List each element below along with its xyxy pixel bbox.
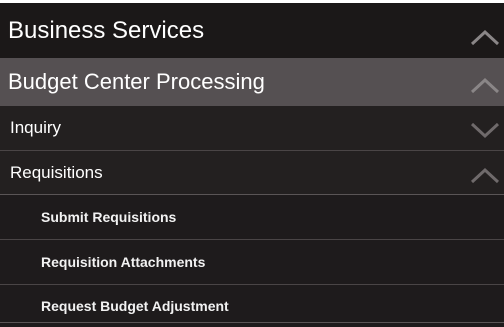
chevron-up-icon[interactable] xyxy=(470,165,500,185)
menu-section-budget-center-processing[interactable]: Budget Center Processing xyxy=(0,58,504,106)
chevron-up-icon[interactable] xyxy=(470,75,500,95)
menu-header-business-services[interactable]: Business Services xyxy=(0,0,504,58)
navigation-menu: Business Services Budget Center Processi… xyxy=(0,0,504,327)
submenu-item-request-budget-adjustment[interactable]: Request Budget Adjustment xyxy=(0,284,504,327)
menu-item-label: Inquiry xyxy=(10,118,62,137)
submenu-item-label: Request Budget Adjustment xyxy=(41,298,229,314)
menu-item-label: Requisitions xyxy=(10,162,103,182)
chevron-down-icon[interactable] xyxy=(470,120,500,140)
divider xyxy=(0,322,504,323)
menu-item-inquiry[interactable]: Inquiry xyxy=(0,106,504,150)
menu-item-requisitions[interactable]: Requisitions xyxy=(0,150,504,194)
submenu-item-requisition-attachments[interactable]: Requisition Attachments xyxy=(0,239,504,284)
menu-header-label: Business Services xyxy=(8,16,205,44)
chevron-up-icon[interactable] xyxy=(470,27,500,47)
submenu-item-submit-requisitions[interactable]: Submit Requisitions xyxy=(0,194,504,239)
submenu-item-label: Requisition Attachments xyxy=(41,254,206,270)
menu-section-label: Budget Center Processing xyxy=(8,69,265,94)
submenu-item-label: Submit Requisitions xyxy=(41,209,177,225)
